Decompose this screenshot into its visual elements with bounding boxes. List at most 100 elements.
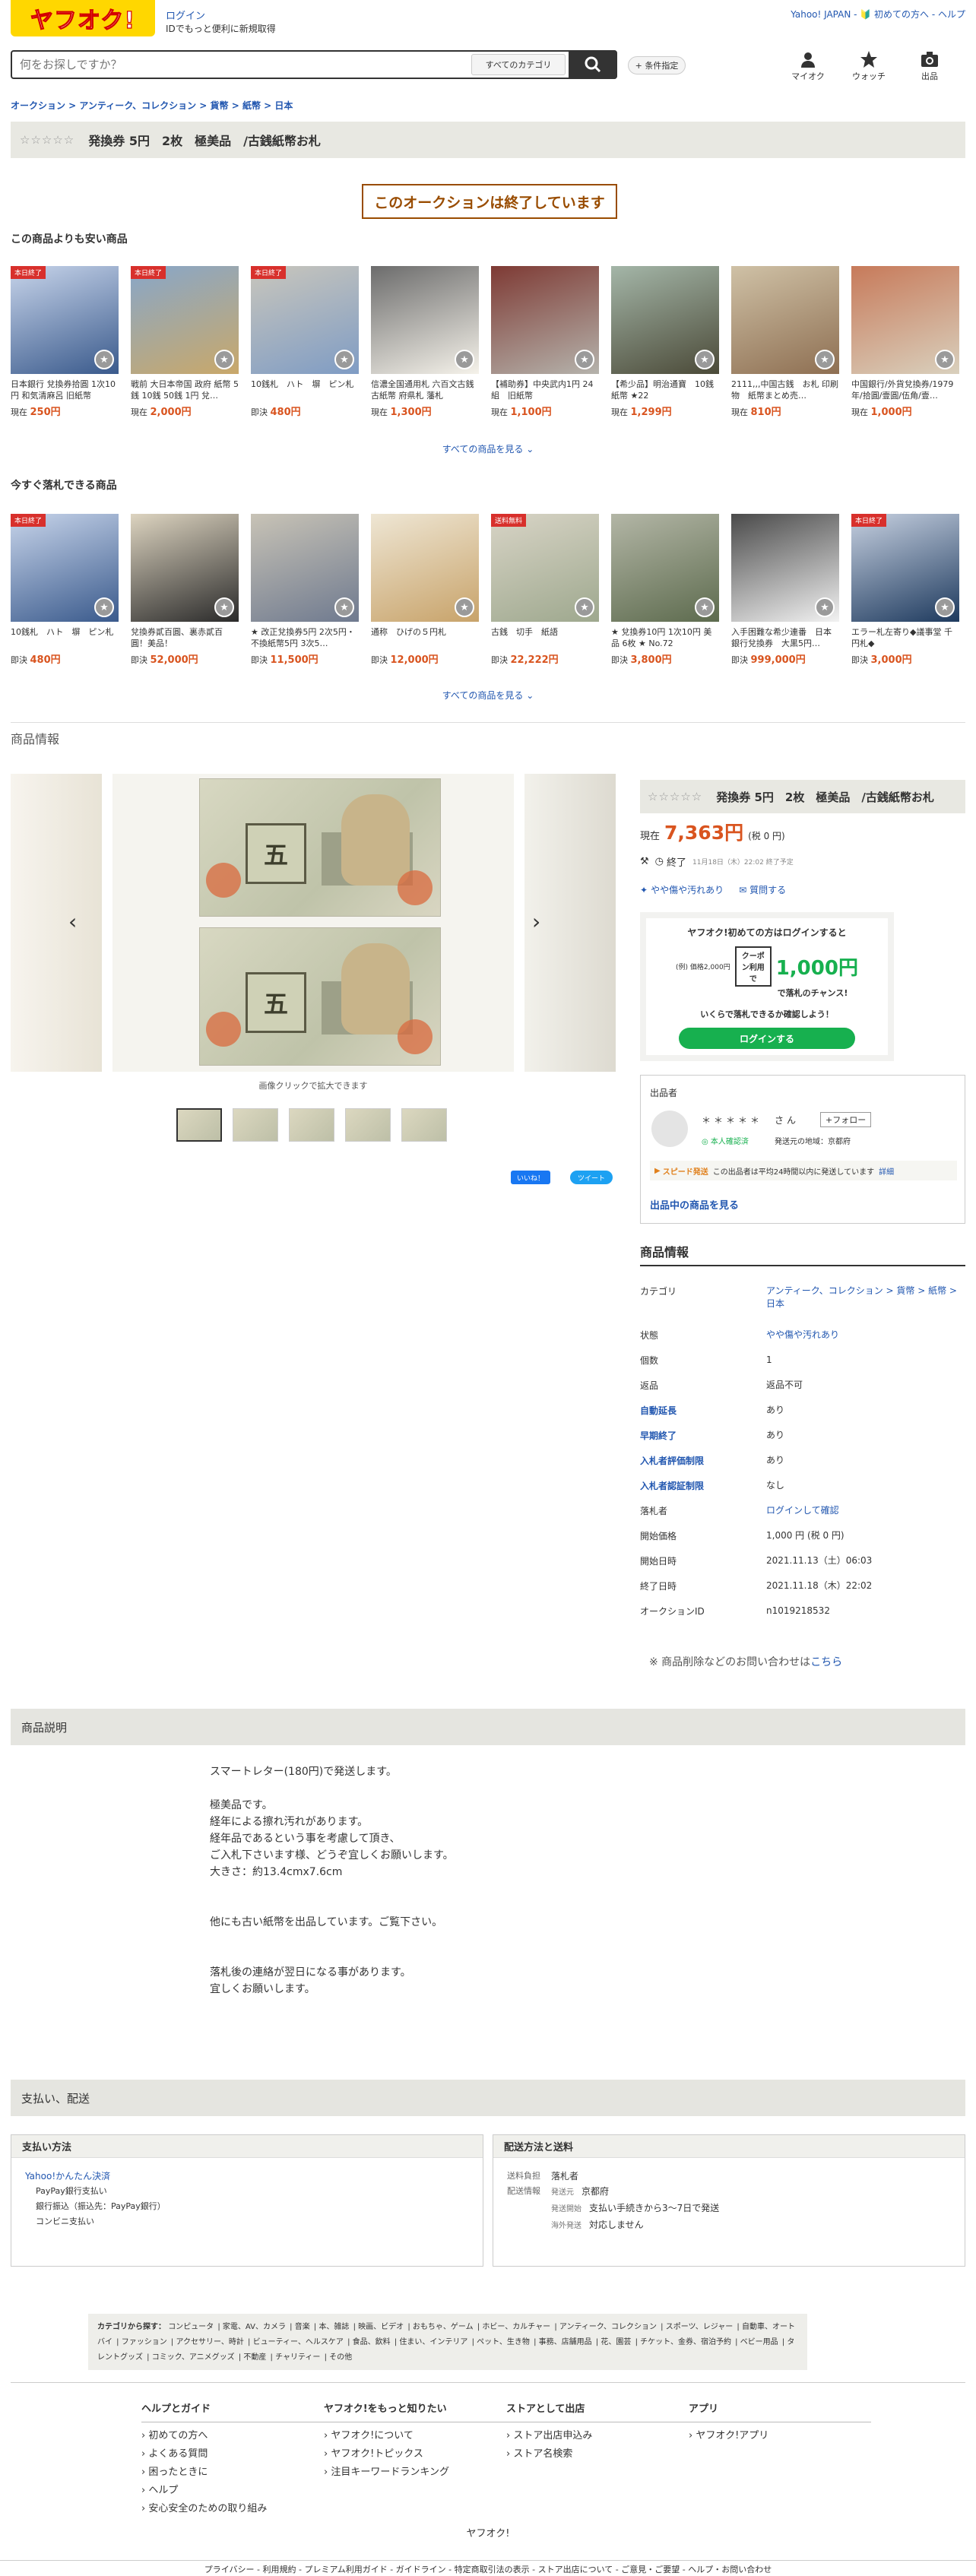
category-link[interactable]: ビューティー、ヘルスケア bbox=[253, 2338, 344, 2346]
footer-link[interactable]: › ヤフオク!について bbox=[324, 2427, 506, 2445]
watch-star-icon[interactable]: ★ bbox=[455, 350, 474, 369]
footer-link[interactable]: › 困ったときに bbox=[141, 2464, 324, 2482]
product-thumbnail[interactable]: ★ bbox=[851, 266, 959, 374]
category-link[interactable]: コンピュータ bbox=[168, 2323, 214, 2331]
login-sub[interactable]: IDでもっと便利に新規取得 bbox=[166, 22, 276, 35]
product-card[interactable]: ★ 【希少品】明治通寶 10銭 紙幣 ★22 現在 1,299円 bbox=[611, 266, 719, 418]
thumbnail[interactable] bbox=[345, 1108, 391, 1142]
product-title[interactable]: 中国銀行/外貨兌換券/1979年/拾圓/壹圓/伍角/壹… bbox=[851, 379, 959, 401]
product-title[interactable]: ★ 改正兌換券5円 2次5円・不換紙幣5円 3次5… bbox=[251, 626, 359, 649]
category-link[interactable]: コミック、アニメグッズ bbox=[152, 2353, 235, 2362]
watch-star-icon[interactable]: ★ bbox=[935, 350, 955, 369]
category-link[interactable]: ベビー用品 bbox=[740, 2338, 778, 2346]
watch-star-icon[interactable]: ★ bbox=[334, 350, 354, 369]
product-title[interactable]: 兌換券貳百圓、裏赤貳百圓！美品！ bbox=[131, 626, 239, 649]
category-link[interactable]: ホビー、カルチャー bbox=[482, 2323, 550, 2331]
tweet-button[interactable]: ツイート bbox=[570, 1171, 613, 1184]
category-link[interactable]: ペット、生き物 bbox=[477, 2338, 530, 2346]
watch-star-icon[interactable]: ★ bbox=[455, 597, 474, 617]
promo-login-button[interactable]: ログインする bbox=[679, 1028, 855, 1049]
seller-items-link[interactable]: 出品中の商品を見る bbox=[650, 1197, 739, 1212]
category-link[interactable]: チケット、金券、宿泊予約 bbox=[640, 2338, 731, 2346]
condition-button[interactable]: + 条件指定 bbox=[628, 56, 686, 74]
product-title[interactable]: 10銭札 ハト 塀 ピン札 bbox=[11, 626, 119, 649]
footer-link[interactable]: › 安心安全のための取り組み bbox=[141, 2500, 324, 2518]
myauction-button[interactable]: マイオク bbox=[781, 50, 835, 82]
thumbnail[interactable] bbox=[176, 1108, 222, 1142]
product-thumbnail[interactable]: 本日終了 ★ bbox=[11, 514, 119, 622]
cheaper-more-link[interactable]: すべての商品を見る ⌄ bbox=[11, 442, 965, 455]
watch-star-icon[interactable]: ★ bbox=[815, 597, 835, 617]
facebook-like-button[interactable]: いいね！ bbox=[511, 1171, 550, 1184]
category-link[interactable]: 住まい、インテリア bbox=[399, 2338, 467, 2346]
next-arrow-icon[interactable]: › bbox=[532, 909, 540, 934]
footer-link[interactable]: › ヘルプ bbox=[141, 2482, 324, 2500]
product-card[interactable]: ★ 信濃全国通用札 六百文古銭 古紙幣 府県札 藩札 現在 1,300円 bbox=[371, 266, 479, 418]
product-title[interactable]: エラー札左寄り◆議事堂 千円札◆ bbox=[851, 626, 959, 649]
watch-star-icon[interactable]: ★ bbox=[935, 597, 955, 617]
product-title[interactable]: 信濃全国通用札 六百文古銭 古紙幣 府県札 藩札 bbox=[371, 379, 479, 401]
footer-links[interactable]: プライバシー - 利用規約 - プレミアム利用ガイド - ガイドライン - 特定… bbox=[0, 2560, 976, 2575]
watch-star-icon[interactable]: ★ bbox=[94, 350, 114, 369]
product-title[interactable]: 入手困難な希少連番 日本銀行兌換券 大黒5円… bbox=[731, 626, 839, 649]
product-title[interactable]: 戦前 大日本帝国 政府 紙幣 5銭 10銭 50銭 1円 兌… bbox=[131, 379, 239, 401]
watch-star-icon[interactable]: ★ bbox=[334, 597, 354, 617]
follow-button[interactable]: +フォロー bbox=[820, 1112, 872, 1127]
question-link[interactable]: 質問する bbox=[749, 883, 786, 896]
product-title[interactable]: 日本銀行 兌換券拾圓 1次10円 和気清麻呂 旧紙幣 bbox=[11, 379, 119, 401]
watch-star-icon[interactable]: ★ bbox=[575, 597, 594, 617]
buynow-more-link[interactable]: すべての商品を見る ⌄ bbox=[11, 689, 965, 702]
thumbnail[interactable] bbox=[233, 1108, 278, 1142]
product-thumbnail[interactable]: ★ bbox=[731, 266, 839, 374]
footer-link[interactable]: › よくある質問 bbox=[141, 2445, 324, 2464]
watch-star-icon[interactable]: ★ bbox=[214, 597, 234, 617]
thumbnail[interactable] bbox=[401, 1108, 447, 1142]
product-card[interactable]: 本日終了 ★ 戦前 大日本帝国 政府 紙幣 5銭 10銭 50銭 1円 兌… 現在 2… bbox=[131, 266, 239, 418]
category-link[interactable]: その他 bbox=[329, 2353, 352, 2362]
product-thumbnail[interactable]: ★ bbox=[131, 514, 239, 622]
footer-link[interactable]: › 初めての方へ bbox=[141, 2427, 324, 2445]
category-link[interactable]: 家電、AV、カメラ bbox=[223, 2323, 286, 2331]
category-link[interactable]: 本、雑誌 bbox=[318, 2323, 349, 2331]
product-thumbnail[interactable]: 送料無料 ★ bbox=[491, 514, 599, 622]
product-card[interactable]: ★ 兌換券貳百圓、裏赤貳百圓！美品！ 即決 52,000円 bbox=[131, 514, 239, 666]
product-title[interactable]: 古銭 切手 紙語 bbox=[491, 626, 599, 649]
yahuoku-logo[interactable]: ヤフオク! bbox=[11, 0, 155, 36]
category-link[interactable]: 食品、飲料 bbox=[353, 2338, 391, 2346]
footer-link[interactable]: › 注目キーワードランキング bbox=[324, 2464, 506, 2482]
product-thumbnail[interactable]: ★ bbox=[611, 266, 719, 374]
footer-link[interactable]: › ストア名検索 bbox=[506, 2445, 689, 2464]
product-thumbnail[interactable]: ★ bbox=[371, 514, 479, 622]
product-card[interactable]: 本日終了 ★ 日本銀行 兌換券拾圓 1次10円 和気清麻呂 旧紙幣 現在 250円 bbox=[11, 266, 119, 418]
watch-star-icon[interactable]: ★ bbox=[94, 597, 114, 617]
info-key[interactable]: 入札者認証制限 bbox=[640, 1479, 766, 1492]
product-thumbnail[interactable]: 本日終了 ★ bbox=[11, 266, 119, 374]
product-thumbnail[interactable]: 本日終了 ★ bbox=[251, 266, 359, 374]
category-link[interactable]: 事務、店舗用品 bbox=[539, 2338, 592, 2346]
product-card[interactable]: ★ ★ 改正兌換券5円 2次5円・不換紙幣5円 3次5… 即決 11,500円 bbox=[251, 514, 359, 666]
info-value[interactable]: やや傷や汚れあり bbox=[766, 1329, 965, 1342]
product-card[interactable]: 本日終了 ★ エラー札左寄り◆議事堂 千円札◆ 即決 3,000円 bbox=[851, 514, 959, 666]
product-title[interactable]: 【希少品】明治通寶 10銭 紙幣 ★22 bbox=[611, 379, 719, 401]
footer-link[interactable]: › ヤフオク!アプリ bbox=[689, 2427, 871, 2445]
category-link[interactable]: アクセサリー、時計 bbox=[176, 2338, 243, 2346]
product-title[interactable]: 通称 ひげの５円札 bbox=[371, 626, 479, 649]
watch-star-icon[interactable]: ★ bbox=[695, 350, 715, 369]
product-card[interactable]: ★ 入手困難な希少連番 日本銀行兌換券 大黒5円… 即決 999,000円 bbox=[731, 514, 839, 666]
top-links[interactable]: Yahoo! JAPAN - 🔰 初めての方へ - ヘルプ bbox=[791, 8, 965, 21]
main-image[interactable]: 五 五 bbox=[112, 774, 514, 1072]
search-input[interactable] bbox=[12, 52, 471, 78]
product-card[interactable]: ★ ★ 兌換券10円 1次10円 美品 6枚 ★ No.72 即決 3,800円 bbox=[611, 514, 719, 666]
product-title[interactable]: 2111,,,中国古銭 お札 印刷物 紙幣まとめ売… bbox=[731, 379, 839, 401]
category-link[interactable]: 音楽 bbox=[295, 2323, 310, 2331]
info-value[interactable]: アンティーク、コレクション > 貨幣 > 紙幣 > 日本 bbox=[766, 1285, 965, 1310]
search-button[interactable] bbox=[569, 50, 617, 79]
footer-link[interactable]: › ストア出店申込み bbox=[506, 2427, 689, 2445]
category-link[interactable]: チャリティー bbox=[275, 2353, 320, 2362]
prev-arrow-icon[interactable]: ‹ bbox=[68, 909, 77, 934]
sell-button[interactable]: 出品 bbox=[903, 50, 956, 82]
category-link[interactable]: アンティーク、コレクション bbox=[559, 2323, 657, 2331]
watch-star-icon[interactable]: ★ bbox=[575, 350, 594, 369]
condition-link[interactable]: やや傷や汚れあり bbox=[651, 883, 724, 896]
category-link[interactable]: 不動産 bbox=[243, 2353, 266, 2362]
